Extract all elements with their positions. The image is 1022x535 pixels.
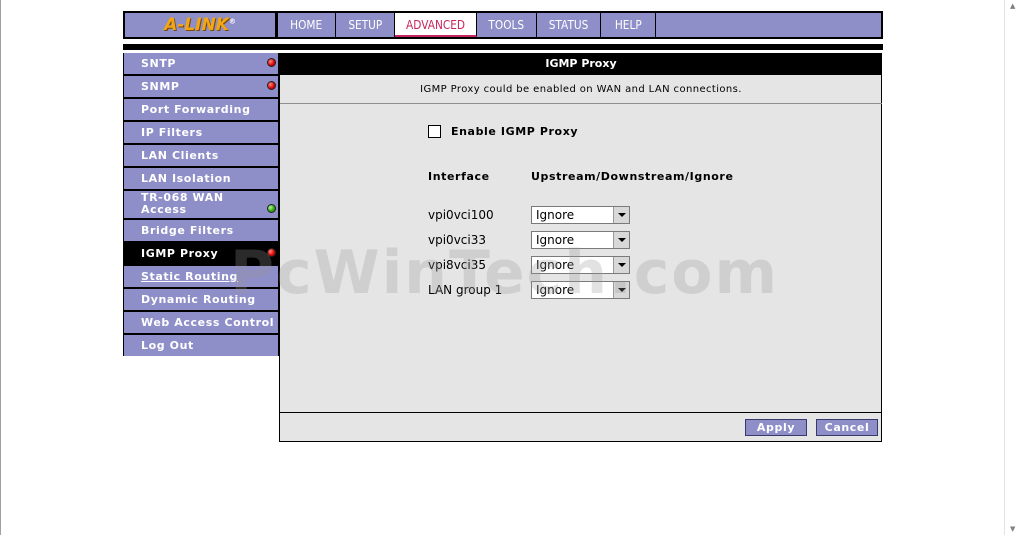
enable-igmp-row: Enable IGMP Proxy [428, 125, 578, 138]
sidebar-item-igmp-proxy[interactable]: IGMP Proxy [124, 243, 278, 264]
top-nav: HOME SETUP ADVANCED TOOLS STATUS HELP [278, 13, 881, 37]
scroll-down-icon[interactable]: ▼ [1010, 525, 1015, 533]
page-description: IGMP Proxy could be enabled on WAN and L… [280, 75, 882, 104]
column-header-mode: Upstream/Downstream/Ignore [531, 170, 734, 183]
chevron-down-icon[interactable] [613, 232, 629, 248]
status-red-icon [267, 248, 276, 257]
tab-status[interactable]: STATUS [537, 13, 601, 37]
sidebar-item-tr068-wan-access[interactable]: TR-068 WAN Access [124, 191, 278, 218]
vertical-scrollbar[interactable]: ▲ ▼ [1004, 0, 1022, 535]
sidebar-item-log-out[interactable]: Log Out [124, 335, 278, 356]
sidebar-item-port-forwarding[interactable]: Port Forwarding [124, 99, 278, 120]
mode-select[interactable]: Ignore [531, 231, 630, 249]
apply-button[interactable]: Apply [745, 419, 807, 436]
chevron-down-icon[interactable] [613, 257, 629, 273]
sidebar-item-lan-clients[interactable]: LAN Clients [124, 145, 278, 166]
interface-name: vpi0vci33 [428, 233, 486, 247]
sidebar-item-bridge-filters[interactable]: Bridge Filters [124, 220, 278, 241]
enable-igmp-label: Enable IGMP Proxy [451, 125, 579, 138]
cancel-button[interactable]: Cancel [816, 419, 878, 436]
page-title: IGMP Proxy [280, 53, 882, 75]
status-green-icon [267, 204, 276, 213]
mode-select[interactable]: Ignore [531, 281, 630, 299]
tab-setup[interactable]: SETUP [336, 13, 395, 37]
interface-name: LAN group 1 [428, 283, 503, 297]
tab-home[interactable]: HOME [278, 13, 336, 37]
main-panel: IGMP Proxy IGMP Proxy could be enabled o… [279, 53, 882, 442]
page-border [0, 0, 1, 535]
sidebar: SNTP SNMP Port Forwarding IP Filters LAN… [123, 53, 280, 356]
interface-row: LAN group 1 Ignore [428, 280, 630, 300]
tab-tools[interactable]: TOOLS [477, 13, 537, 37]
chevron-down-icon[interactable] [613, 207, 629, 223]
sidebar-item-lan-isolation[interactable]: LAN Isolation [124, 168, 278, 189]
interface-name: vpi8vci35 [428, 258, 486, 272]
tab-help[interactable]: HELP [601, 13, 656, 37]
sidebar-item-dynamic-routing[interactable]: Dynamic Routing [124, 289, 278, 310]
interface-name: vpi0vci100 [428, 208, 494, 222]
interface-row: vpi8vci35 Ignore [428, 255, 630, 275]
status-red-icon [267, 81, 276, 90]
mode-select[interactable]: Ignore [531, 256, 630, 274]
scroll-up-icon[interactable]: ▲ [1010, 2, 1015, 10]
tab-advanced[interactable]: ADVANCED [395, 13, 477, 37]
interface-row: vpi0vci33 Ignore [428, 230, 630, 250]
top-header: A-LINK® HOME SETUP ADVANCED TOOLS STATUS… [123, 11, 883, 39]
brand-logo: A-LINK® [164, 15, 236, 35]
sidebar-item-web-access-control[interactable]: Web Access Control [124, 312, 278, 333]
sidebar-item-snmp[interactable]: SNMP [124, 76, 278, 97]
footer-divider [280, 412, 882, 413]
interface-row: vpi0vci100 Ignore [428, 205, 630, 225]
mode-select[interactable]: Ignore [531, 206, 630, 224]
sidebar-item-static-routing[interactable]: Static Routing [124, 266, 278, 287]
chevron-down-icon[interactable] [613, 282, 629, 298]
sidebar-item-sntp[interactable]: SNTP [124, 53, 278, 74]
sidebar-item-ip-filters[interactable]: IP Filters [124, 122, 278, 143]
nav-filler [656, 13, 881, 37]
column-header-interface: Interface [428, 170, 490, 183]
status-red-icon [267, 58, 276, 67]
logo-cell: A-LINK® [125, 13, 275, 37]
enable-igmp-checkbox[interactable] [428, 125, 441, 138]
